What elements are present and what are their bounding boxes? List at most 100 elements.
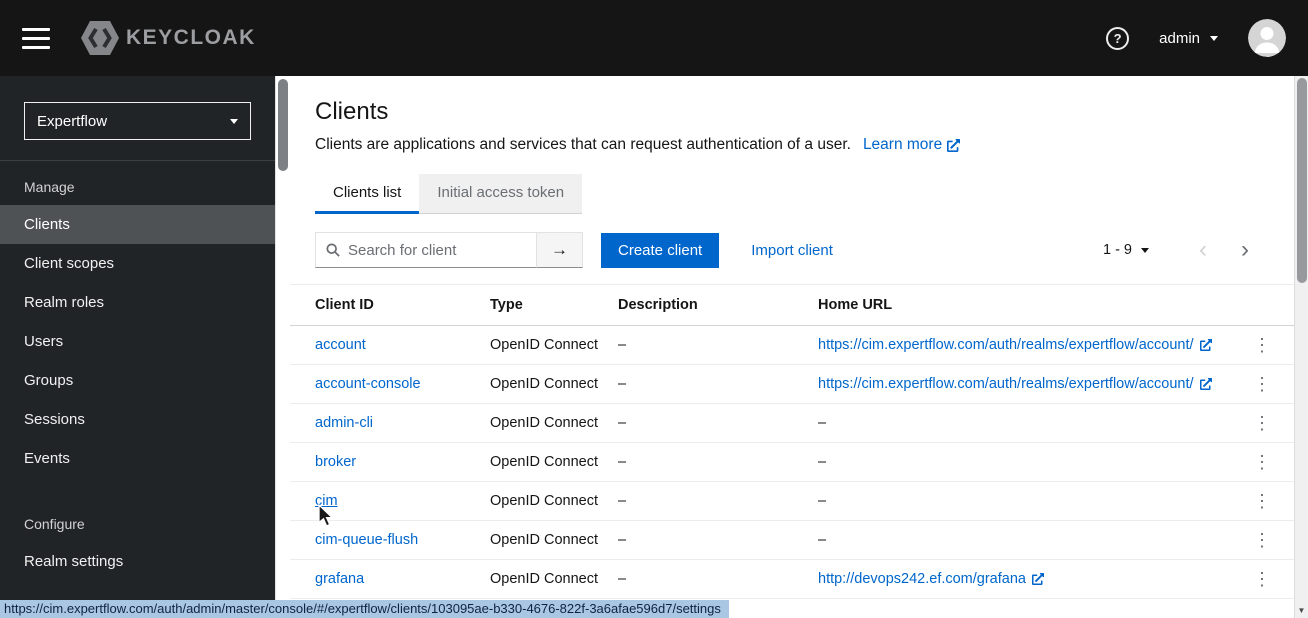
tab-initial-access-token[interactable]: Initial access token	[419, 174, 583, 214]
avatar[interactable]	[1248, 19, 1286, 57]
pagination-prev-button[interactable]: ‹	[1195, 238, 1211, 262]
kebab-menu-button[interactable]: ⋮	[1247, 492, 1277, 510]
sidebar: Expertflow Manage Clients Client scopes …	[0, 76, 275, 618]
client-id-link[interactable]: grafana	[315, 571, 364, 587]
search-input[interactable]	[348, 241, 526, 259]
client-description: –	[618, 532, 627, 548]
client-type: OpenID Connect	[490, 376, 599, 392]
sidebar-item-sessions[interactable]: Sessions	[0, 400, 275, 439]
sidebar-item-clients[interactable]: Clients	[0, 205, 275, 244]
home-url-empty: –	[818, 454, 827, 470]
sidebar-item-client-scopes[interactable]: Client scopes	[0, 244, 275, 283]
learn-more-label: Learn more	[862, 136, 943, 153]
nav-toggle-button[interactable]	[22, 27, 50, 49]
scrollbar-thumb[interactable]	[1296, 78, 1307, 283]
table-row: broker OpenID Connect – – ⋮	[290, 443, 1294, 482]
table-row: cim OpenID Connect – – ⋮	[290, 482, 1294, 521]
create-client-button[interactable]: Create client	[601, 232, 720, 268]
external-link-icon	[947, 138, 961, 152]
client-type: OpenID Connect	[490, 337, 599, 353]
client-description: –	[618, 571, 627, 587]
table-row: account OpenID Connect – https://cim.exp…	[290, 326, 1294, 365]
keycloak-logo-icon	[81, 21, 119, 55]
scrollbar-thumb[interactable]	[278, 79, 288, 171]
kebab-menu-button[interactable]: ⋮	[1247, 570, 1277, 588]
tab-clients-list[interactable]: Clients list	[315, 174, 420, 214]
kebab-menu-button[interactable]: ⋮	[1247, 336, 1277, 354]
home-url-link[interactable]: http://devops242.ef.com/grafana	[818, 571, 1026, 587]
import-client-link[interactable]: Import client	[751, 242, 833, 259]
external-link-icon	[1031, 573, 1044, 585]
client-id-link[interactable]: broker	[315, 454, 356, 470]
scrollbar-down-arrow[interactable]: ▼	[1295, 606, 1308, 615]
home-url-empty: –	[818, 532, 827, 548]
keycloak-admin-console: KEYCLOAK ? admin Expertflow Manage Clien…	[0, 0, 1308, 618]
user-name: admin	[1159, 29, 1200, 47]
client-description: –	[618, 415, 627, 431]
kebab-menu-button[interactable]: ⋮	[1247, 453, 1277, 471]
help-icon[interactable]: ?	[1106, 26, 1130, 50]
search-icon	[326, 243, 340, 257]
learn-more-link[interactable]: Learn more	[862, 136, 961, 154]
column-header-client-id: Client ID	[315, 297, 374, 313]
page-subtitle: Clients are applications and services th…	[315, 136, 851, 153]
external-link-icon	[1199, 339, 1212, 351]
realm-name: Expertflow	[37, 112, 108, 130]
chevron-down-icon	[1141, 247, 1149, 253]
client-type: OpenID Connect	[490, 532, 599, 548]
home-url-link[interactable]: https://cim.expertflow.com/auth/realms/e…	[818, 376, 1194, 392]
header-actions: ? admin	[1106, 19, 1286, 57]
client-type: OpenID Connect	[490, 454, 599, 470]
sidebar-item-users[interactable]: Users	[0, 322, 275, 361]
client-id-link[interactable]: cim	[315, 493, 338, 509]
client-id-link[interactable]: account-console	[315, 376, 421, 392]
keycloak-logo: KEYCLOAK	[80, 20, 256, 56]
client-id-link[interactable]: account	[315, 337, 366, 353]
sidebar-nav: Clients Client scopes Realm roles Users …	[0, 205, 275, 581]
search-submit-button[interactable]: →	[537, 232, 583, 268]
sidebar-scrollbar[interactable]	[275, 76, 290, 618]
client-description: –	[618, 337, 627, 353]
pagination-range: 1 - 9	[1102, 242, 1132, 258]
status-url: https://cim.expertflow.com/auth/admin/ma…	[0, 600, 729, 618]
sidebar-item-groups[interactable]: Groups	[0, 361, 275, 400]
column-header-home-url: Home URL	[818, 297, 893, 313]
table-header-row: Client ID Type Description Home URL	[290, 285, 1294, 326]
kebab-menu-button[interactable]: ⋮	[1247, 375, 1277, 393]
page-scrollbar[interactable]: ▼	[1294, 76, 1308, 618]
realm-selector[interactable]: Expertflow	[24, 102, 251, 140]
external-link-icon	[1199, 378, 1212, 390]
app-header: KEYCLOAK ? admin	[0, 0, 1308, 76]
user-avatar-icon	[1248, 19, 1286, 57]
kebab-menu-button[interactable]: ⋮	[1247, 414, 1277, 432]
help-glyph: ?	[1113, 30, 1122, 46]
chevron-down-icon	[1210, 35, 1218, 41]
client-id-link[interactable]: admin-cli	[315, 415, 373, 431]
brand-name: KEYCLOAK	[126, 26, 256, 49]
column-header-description: Description	[618, 297, 698, 313]
main-content: Clients Clients are applications and ser…	[290, 76, 1294, 618]
home-url-empty: –	[818, 415, 827, 431]
nav-section-configure: Configure	[24, 516, 85, 532]
page-header: Clients Clients are applications and ser…	[290, 76, 1294, 154]
client-id-link[interactable]: cim-queue-flush	[315, 532, 418, 548]
kebab-menu-button[interactable]: ⋮	[1247, 531, 1277, 549]
pagination-dropdown[interactable]: 1 - 9	[1103, 242, 1149, 258]
user-menu[interactable]: admin	[1159, 30, 1218, 47]
pagination-next-button[interactable]: ›	[1237, 238, 1253, 262]
home-url-link[interactable]: https://cim.expertflow.com/auth/realms/e…	[818, 337, 1194, 353]
pagination: 1 - 9 ‹ ›	[1103, 238, 1253, 262]
client-type: OpenID Connect	[490, 493, 599, 509]
arrow-right-icon: →	[551, 240, 568, 259]
tab-bar: Clients list Initial access token	[290, 174, 1294, 214]
chevron-right-icon: ›	[1241, 236, 1249, 263]
sidebar-item-events[interactable]: Events	[0, 439, 275, 478]
status-bar-link-preview: https://cim.expertflow.com/auth/admin/ma…	[0, 600, 729, 618]
sidebar-item-realm-settings[interactable]: Realm settings	[0, 542, 275, 581]
sidebar-item-realm-roles[interactable]: Realm roles	[0, 283, 275, 322]
toolbar: → Create client Import client 1 - 9 ‹ ›	[290, 232, 1294, 285]
column-header-type: Type	[490, 297, 523, 313]
search-box	[315, 232, 537, 268]
search-group: →	[315, 232, 583, 268]
nav-section-manage: Manage	[24, 179, 75, 195]
